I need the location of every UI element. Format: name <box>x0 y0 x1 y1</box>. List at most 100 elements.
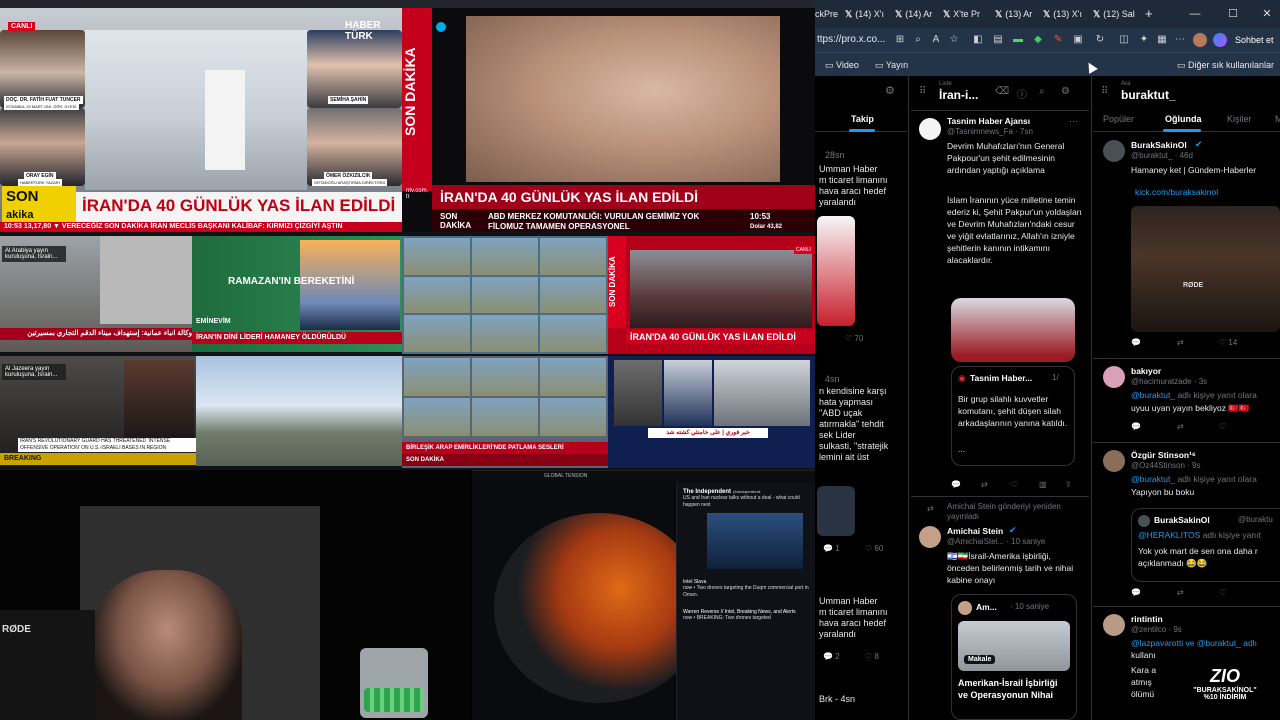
tab-popular[interactable]: Popüler <box>1103 114 1134 124</box>
repost-button[interactable]: ⇄ <box>981 480 988 489</box>
quoted-post[interactable]: BurakSakinOl @buraktu @HERAKLITOS adlı k… <box>1131 508 1280 582</box>
folder-icon: ▭ <box>1177 60 1189 70</box>
favorite-star-icon[interactable]: ☆ <box>947 33 961 47</box>
author-handle[interactable]: @AmichaiStei... · 10 saniye <box>947 537 1045 546</box>
author-name[interactable]: Tasnim Haber Ajansı <box>947 116 1030 126</box>
favorites-icon[interactable]: ✦ <box>1137 33 1151 47</box>
son-dakika-vertical: SON DAKİKA <box>608 236 626 328</box>
chat-button[interactable]: Sohbet et <box>1235 33 1274 47</box>
like-count[interactable]: ♡ 14 <box>1219 338 1237 347</box>
reply-count[interactable]: 💬 2 <box>823 652 840 661</box>
like-count[interactable]: ♡ 60 <box>865 544 883 553</box>
extension-3-icon[interactable]: ▬ <box>1011 33 1025 47</box>
author-name[interactable]: rintintin <box>1131 614 1163 624</box>
extension-4-icon[interactable]: ◆ <box>1031 33 1045 47</box>
tab-following[interactable]: Takip <box>851 114 874 124</box>
reply-button[interactable]: 💬 <box>951 480 961 489</box>
tab-5[interactable]: 𝕏 (13) Ar <box>995 5 1032 23</box>
drag-handle-icon[interactable]: ⠿ <box>919 86 926 97</box>
tab-6[interactable]: 𝕏 (13) X'ı <box>1043 5 1082 23</box>
smoke-footage <box>100 236 192 324</box>
tab-3[interactable]: 𝕏 (14) Ar <box>895 5 932 23</box>
like-button[interactable]: ♡ <box>1219 588 1226 597</box>
refresh-icon[interactable]: ↻ <box>1093 33 1107 47</box>
drag-handle-icon[interactable]: ⠿ <box>1101 86 1108 97</box>
post-image[interactable] <box>951 298 1075 362</box>
amichai-avatar[interactable] <box>919 526 941 548</box>
bookmark-yayin[interactable]: ▭ Yayın <box>875 58 908 72</box>
tab-4[interactable]: 𝕏 X'te Pr <box>943 5 980 23</box>
author-name[interactable]: BurakSakinOl <box>1131 140 1187 150</box>
like-button[interactable]: ♡ <box>1011 480 1018 489</box>
bookmark-video[interactable]: ▭ Video <box>825 58 859 72</box>
stream-link[interactable]: kick.com/buraksakinol <box>1135 186 1218 198</box>
user-avatar[interactable] <box>1103 450 1125 472</box>
repost-button[interactable]: ⇄ <box>1177 422 1184 431</box>
buraksakinol-avatar[interactable] <box>1103 140 1125 162</box>
author-handle[interactable]: @buraktut_ · 46d <box>1131 151 1193 160</box>
reply-to-user[interactable]: @buraktut_ <box>1131 474 1175 484</box>
like-count[interactable]: ♡ 8 <box>865 652 879 661</box>
user-avatar[interactable] <box>1103 366 1125 388</box>
author-handle[interactable]: @Tasnimnews_Fa · 7sn <box>947 127 1033 136</box>
read-aloud-icon[interactable]: A <box>929 33 943 47</box>
column-settings-icon[interactable]: ⚙ <box>1061 86 1070 97</box>
extension-1-icon[interactable]: ◧ <box>971 33 985 47</box>
profile-avatar[interactable] <box>1193 33 1207 47</box>
author-handle[interactable]: @hacimuratzade · 3s <box>1131 377 1207 386</box>
quoted-post[interactable]: Am... · 10 saniye Makale Amerikan-İsrail… <box>951 594 1077 720</box>
repost-button[interactable]: ⇄ <box>1177 338 1184 347</box>
extension-2-icon[interactable]: ▤ <box>991 33 1005 47</box>
info-icon[interactable]: ⓘ <box>1017 86 1027 101</box>
reply-to-user[interactable]: @buraktut_ <box>1131 390 1175 400</box>
column-settings-icon[interactable]: ⚙ <box>885 84 895 97</box>
anchor-video <box>664 360 712 426</box>
share-button[interactable]: ⇪ <box>1065 480 1072 489</box>
headline-bar: İRAN'DA 40 GÜNLÜK YAS İLAN EDİLDİ <box>432 185 815 209</box>
tab-2[interactable]: 𝕏 (14) X'ı <box>845 5 884 23</box>
clear-icon[interactable]: ⌫ <box>995 86 1009 97</box>
author-handle[interactable]: @Oz44Stinson · 9s <box>1131 461 1200 470</box>
zoom-icon[interactable]: ⌕ <box>911 33 925 47</box>
url-field[interactable]: ttps://pro.x.co... <box>817 32 885 48</box>
copilot-icon[interactable] <box>1213 33 1227 47</box>
reply-button[interactable]: 💬 <box>1131 338 1141 347</box>
user-avatar[interactable] <box>1103 614 1125 636</box>
closeup-video <box>466 16 780 182</box>
collections-icon[interactable]: ▦ <box>1155 33 1169 47</box>
tab-media[interactable]: M <box>1275 114 1280 124</box>
like-count[interactable]: ♡ 70 <box>845 334 863 343</box>
tab-people[interactable]: Kişiler <box>1227 114 1252 124</box>
other-bookmarks[interactable]: ▭ Diğer sık kullanılanlar <box>1177 58 1274 72</box>
quoted-post[interactable]: ◉ Tasnim Haber... 1/ Bir grup silahlı ku… <box>951 366 1075 466</box>
reply-button[interactable]: 💬 <box>1131 422 1141 431</box>
repost-button[interactable]: ⇄ <box>1177 588 1184 597</box>
author-handle[interactable]: @zentilco · 9s <box>1131 625 1182 634</box>
more-options-icon[interactable]: ⋯ <box>1173 33 1187 47</box>
extension-6-icon[interactable]: ▣ <box>1071 33 1085 47</box>
author-name[interactable]: Özgür Stinson¹⁶ <box>1131 450 1196 460</box>
tab-1[interactable]: ckPre <box>815 5 838 23</box>
reply-count[interactable]: 💬 1 <box>823 544 840 553</box>
tab-latest[interactable]: Oğlunda <box>1165 114 1202 124</box>
split-screen-icon[interactable]: ◫ <box>1117 33 1131 47</box>
close-window-button[interactable]: ✕ <box>1257 5 1277 23</box>
search-icon[interactable]: ⌕ <box>1039 86 1045 97</box>
maximize-button[interactable]: ☐ <box>1223 5 1243 23</box>
ntv-stream: SON DAKİKA ntv.com. tr İRAN'DA 40 GÜNLÜK… <box>402 8 815 232</box>
extension-5-icon[interactable]: ✎ <box>1051 33 1065 47</box>
reply-button[interactable]: 💬 <box>1131 588 1141 597</box>
more-options-icon[interactable]: ⋯ <box>1069 116 1078 127</box>
post-image[interactable]: RØDE <box>1131 206 1280 332</box>
tasnim-avatar[interactable] <box>919 118 941 140</box>
app-grid-icon[interactable]: ⊞ <box>893 33 907 47</box>
new-tab-button[interactable]: + <box>1145 5 1153 23</box>
views-button[interactable]: ▥ <box>1039 480 1047 489</box>
cam-7 <box>404 315 470 352</box>
author-name[interactable]: Amichai Stein <box>947 526 1003 536</box>
news-grid <box>404 358 606 436</box>
minimize-button[interactable]: — <box>1185 5 1205 23</box>
author-name[interactable]: bakıyor <box>1131 366 1161 376</box>
tab-7[interactable]: 𝕏 (12) Sal <box>1093 5 1135 23</box>
like-button[interactable]: ♡ <box>1219 422 1226 431</box>
